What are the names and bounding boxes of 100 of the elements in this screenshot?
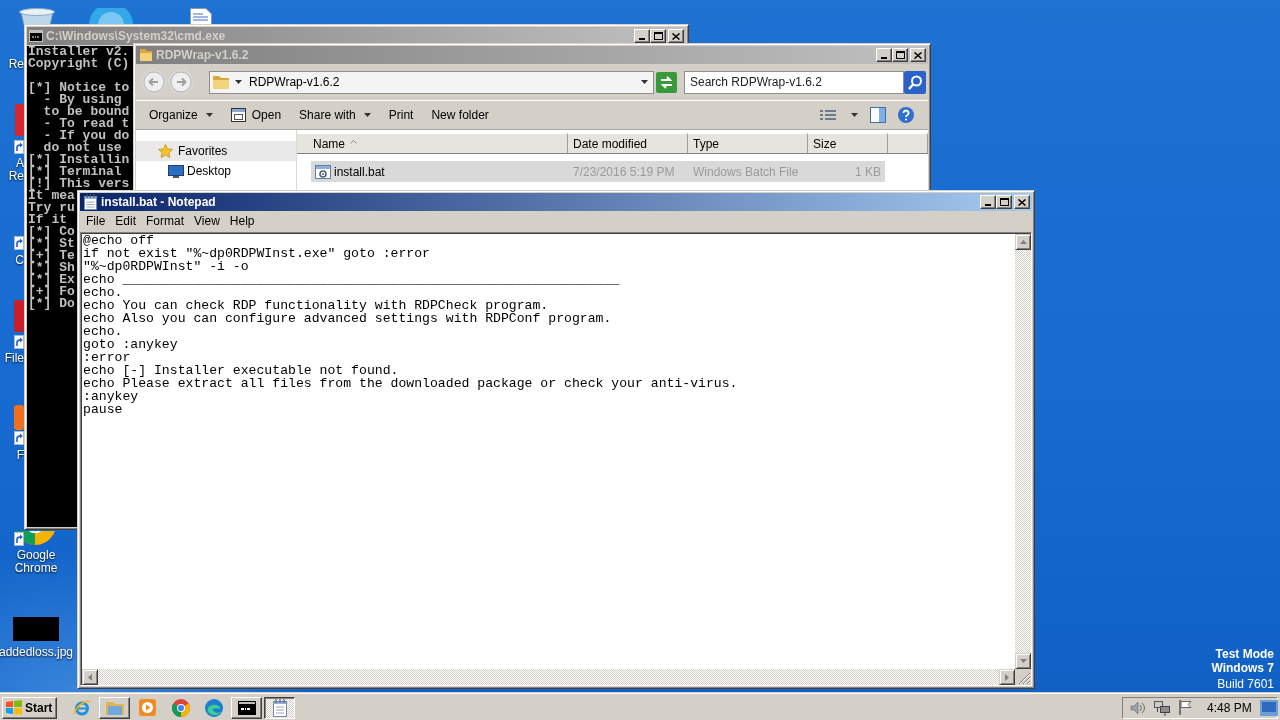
text-line: goto :anykey xyxy=(83,338,178,351)
close-icon xyxy=(914,51,922,59)
console-line: [*] St xyxy=(28,238,75,250)
text-line: @echo off xyxy=(83,234,154,247)
start-button[interactable]: Start xyxy=(2,696,58,719)
console-line: [*] Co xyxy=(28,226,75,238)
menu-button[interactable]: Organize xyxy=(149,105,213,125)
chrome-icon[interactable] xyxy=(171,698,190,717)
system-notice-text: Test Mode xyxy=(1215,647,1274,661)
close-icon xyxy=(672,32,680,40)
window-title: C:\Windows\System32\cmd.exe xyxy=(46,29,227,43)
help-icon[interactable] xyxy=(898,107,914,123)
text-line: echo Also you can configure advanced settings with RDPConf program. xyxy=(83,312,612,325)
menu-item[interactable]: Edit xyxy=(110,214,142,229)
refresh-icon[interactable] xyxy=(656,71,677,93)
column-header[interactable]: Type xyxy=(688,133,808,154)
folder-icon xyxy=(139,48,153,62)
scroll-left-button[interactable] xyxy=(82,669,98,685)
close-button[interactable] xyxy=(668,29,684,43)
maximize-button[interactable] xyxy=(892,48,908,62)
swirl-icon[interactable] xyxy=(204,698,223,717)
up-arrow-icon xyxy=(1019,240,1027,244)
minimize-button[interactable] xyxy=(980,195,996,209)
list-view-icon[interactable] xyxy=(820,110,836,120)
menu-item[interactable]: Help xyxy=(224,214,260,229)
flag-icon[interactable] xyxy=(1178,700,1194,715)
icon-label: Re xyxy=(8,170,24,183)
column-header[interactable]: Size xyxy=(808,133,888,154)
search-icon[interactable] xyxy=(904,70,926,94)
console-line: Installer v2. xyxy=(28,46,130,58)
app-icon[interactable] xyxy=(88,8,134,25)
search-field[interactable]: Search RDPWrap-v1.6.2 xyxy=(684,70,904,94)
maximize-button[interactable] xyxy=(650,29,666,43)
file-row[interactable]: install.bat 7/23/2016 5:19 PM Windows Batch File 1 KB xyxy=(311,161,885,182)
icon-label: Re xyxy=(8,58,24,71)
speaker-icon[interactable] xyxy=(1130,700,1146,715)
toolbar-button[interactable]: Print xyxy=(388,105,414,125)
scroll-down-button[interactable] xyxy=(1015,653,1031,669)
windows-logo-icon xyxy=(6,700,22,715)
menu-item[interactable]: File xyxy=(81,214,111,229)
window-title: RDPWrap-v1.6.2 xyxy=(156,48,250,62)
size-grip-icon[interactable] xyxy=(1015,669,1031,685)
maximize-button[interactable] xyxy=(996,195,1012,209)
console-line: [*] Installin xyxy=(28,154,130,166)
icon-label: C xyxy=(15,254,24,267)
right-arrow-icon xyxy=(1005,673,1009,681)
file-name: install.bat xyxy=(334,164,385,179)
text-line: if not exist "%~dp0RDPWInst.exe" goto :error xyxy=(83,247,430,260)
taskbar-button[interactable] xyxy=(264,696,296,719)
icon-label: addedloss.jpg xyxy=(0,646,74,659)
nav-item[interactable]: Favorites xyxy=(136,141,296,161)
scroll-right-button[interactable] xyxy=(999,669,1015,685)
console-line: Copyright (C) xyxy=(28,58,130,70)
console-line: [+] Fo xyxy=(28,286,75,298)
minimize-button[interactable] xyxy=(634,29,650,43)
console-line: If it xyxy=(28,214,67,226)
minimize-icon xyxy=(639,38,645,40)
scroll-up-button[interactable] xyxy=(1015,234,1031,250)
window-title: install.bat - Notepad xyxy=(101,195,217,209)
caret-icon xyxy=(235,80,242,84)
maximize-icon xyxy=(999,198,1009,206)
notepad-icon xyxy=(83,194,98,210)
notepad-icon xyxy=(271,698,288,717)
console-line: [!] This vers xyxy=(28,178,130,190)
menu-item[interactable]: View xyxy=(189,214,225,229)
clock[interactable]: 4:48 PM xyxy=(1207,700,1252,715)
nav-item[interactable]: Desktop xyxy=(136,161,296,181)
system-notice-text: Build 7601 xyxy=(1217,677,1274,691)
maximize-icon xyxy=(653,32,663,40)
text-line: echo. xyxy=(83,286,123,299)
image-thumbnail[interactable] xyxy=(13,617,59,641)
text-line: echo Please extract all files from the downloaded package or check your anti-virus. xyxy=(83,377,738,390)
toolbar-button[interactable]: New folder xyxy=(431,105,489,125)
caret-icon xyxy=(205,113,213,117)
column-header[interactable]: Date modified xyxy=(568,133,688,154)
close-icon xyxy=(1018,198,1026,206)
text-line: :error xyxy=(83,351,131,364)
close-button[interactable] xyxy=(910,48,926,62)
preview-pane-icon[interactable] xyxy=(870,107,886,123)
menu-item[interactable]: Format xyxy=(141,214,190,229)
menu-button[interactable]: Share with xyxy=(299,105,371,125)
close-button[interactable] xyxy=(1014,195,1030,209)
console-line: [*] Ex xyxy=(28,274,75,286)
icon-label: F xyxy=(16,449,24,462)
text-line: pause xyxy=(83,403,123,416)
folder-icon xyxy=(213,75,229,89)
text-line: echo [-] Installer executable not found. xyxy=(83,364,399,377)
file-type-text: Windows Batch File xyxy=(693,164,799,179)
console-line: [*] Sh xyxy=(28,262,75,274)
batch-file-icon xyxy=(315,163,331,180)
network-icon[interactable] xyxy=(1153,699,1170,716)
caret-icon[interactable] xyxy=(851,113,858,117)
minimize-button[interactable] xyxy=(876,48,892,62)
text-line: echo. xyxy=(83,325,123,338)
minimize-icon xyxy=(985,204,991,206)
show-desktop-icon[interactable] xyxy=(1259,699,1278,716)
file-size-text: 1 KB xyxy=(855,164,881,179)
address-bar[interactable]: RDPWrap-v1.6.2 xyxy=(209,70,654,94)
toolbar-button[interactable]: Open xyxy=(230,105,282,125)
column-header[interactable]: Name xyxy=(297,133,568,154)
